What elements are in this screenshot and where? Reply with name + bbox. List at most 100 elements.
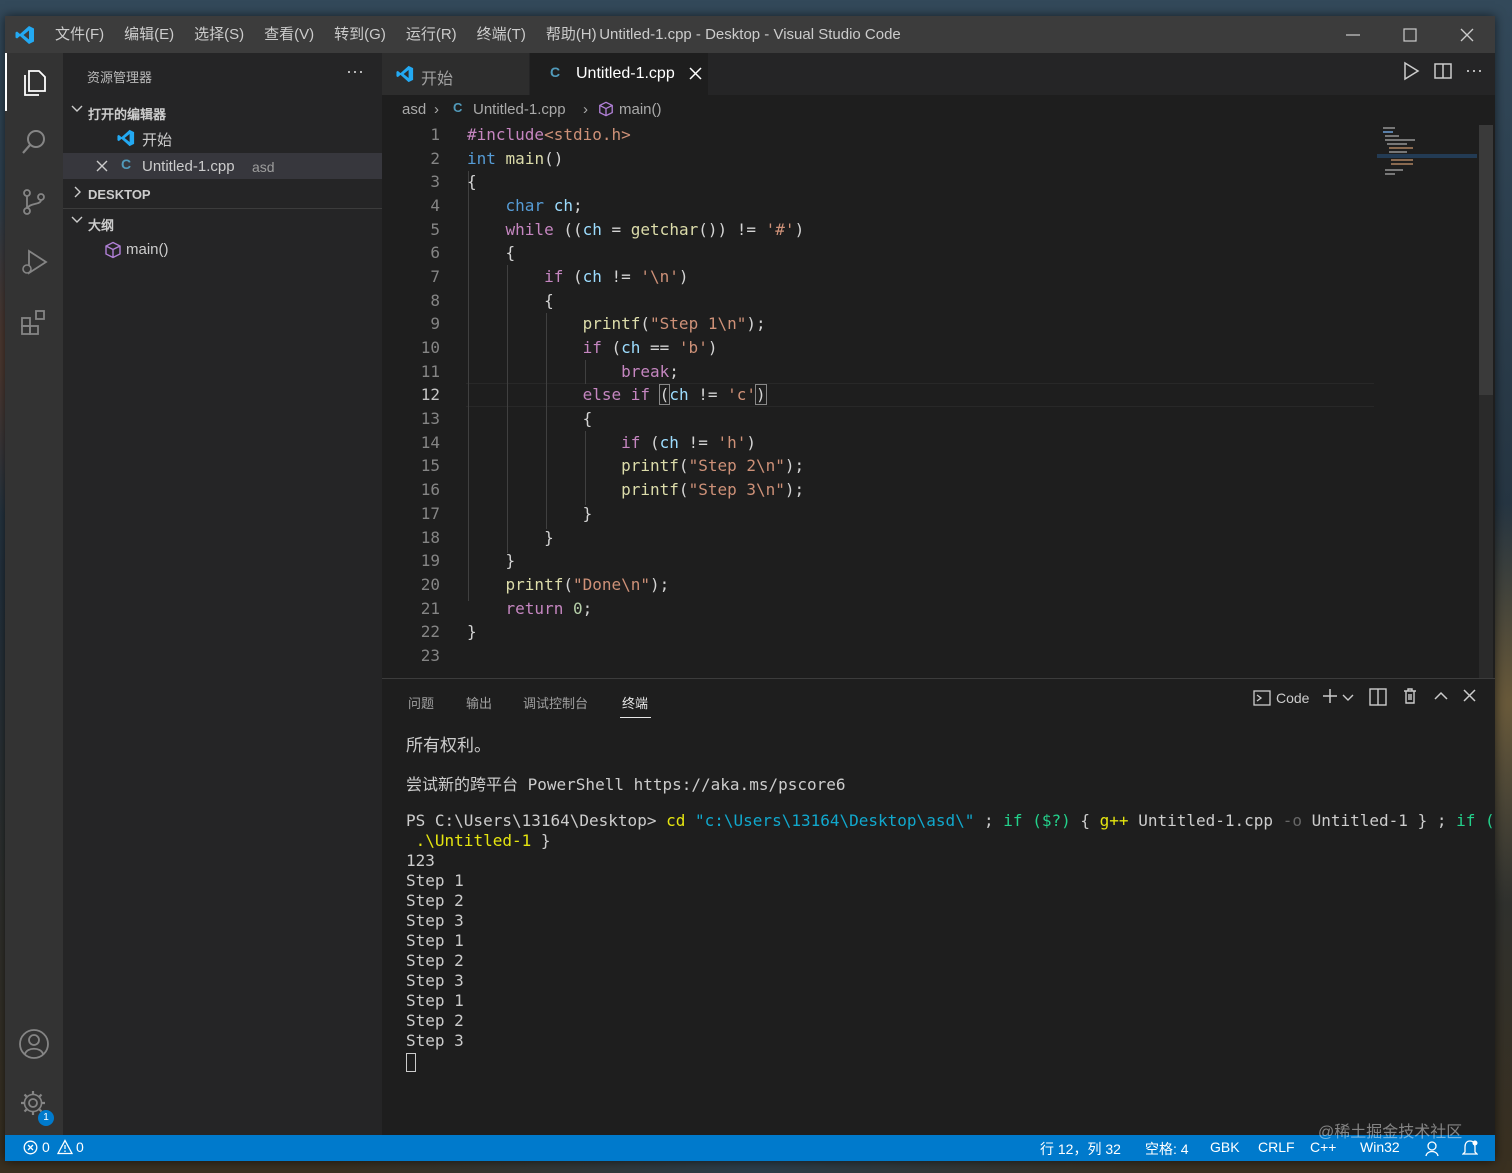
menu-run[interactable]: 运行(R): [396, 16, 467, 53]
split-terminal-icon[interactable]: [1369, 688, 1387, 711]
vscode-window: 文件(F) 编辑(E) 选择(S) 查看(V) 转到(G) 运行(R) 终端(T…: [5, 16, 1495, 1161]
new-terminal-icon[interactable]: [1322, 688, 1338, 709]
desktop-folder-section[interactable]: DESKTOP: [63, 181, 382, 207]
terminal-output-line: Step 1: [406, 931, 464, 950]
terminal-shell-select[interactable]: Code: [1276, 690, 1309, 706]
explorer-icon[interactable]: [5, 53, 63, 111]
line-number: 7: [430, 267, 440, 286]
bottom-panel: 问题 输出 调试控制台 终端 Code 所有权利。 尝试新的跨平台 PowerS…: [382, 678, 1495, 1136]
vscode-file-icon: [396, 65, 414, 88]
maximize-button[interactable]: [1381, 16, 1438, 53]
code-line: }: [467, 622, 477, 641]
extensions-icon[interactable]: [5, 293, 63, 351]
minimap[interactable]: [1377, 125, 1477, 678]
line-number: 2: [430, 149, 440, 168]
tab-terminal[interactable]: 终端: [622, 693, 648, 712]
encoding[interactable]: GBK: [1210, 1139, 1240, 1155]
chevron-down-icon[interactable]: [1342, 691, 1354, 709]
terminal-output-line: Step 3: [406, 971, 464, 990]
menu-edit[interactable]: 编辑(E): [114, 16, 184, 53]
line-number: 22: [420, 622, 440, 641]
cmd-o: -o: [1282, 811, 1302, 830]
notifications-bell-icon[interactable]: [1461, 1139, 1479, 1160]
search-icon[interactable]: [5, 113, 63, 171]
code-editor[interactable]: 1 2 3 4 5 6 7 8 9 10 11 12 13 14 15 16 17 18 19 20 21 22 23 #i…: [382, 125, 1482, 678]
chevron-down-icon: [71, 214, 83, 229]
cmd-sep: ;: [1436, 811, 1447, 830]
code-line: if (ch != 'h'): [621, 433, 756, 452]
cmd-sep: ;: [984, 811, 994, 830]
cursor-position[interactable]: 行 12，列 32: [1040, 1139, 1121, 1159]
outline-section[interactable]: 大纲: [63, 209, 382, 235]
tab-untitled-cpp[interactable]: C Untitled-1.cpp: [530, 53, 708, 95]
menu-view[interactable]: 查看(V): [254, 16, 324, 53]
close-window-button[interactable]: [1438, 16, 1495, 53]
source-control-icon[interactable]: [5, 173, 63, 231]
warning-count[interactable]: 0: [76, 1139, 84, 1155]
outline-label: 大纲: [88, 218, 115, 233]
warning-icon[interactable]: [56, 1139, 74, 1158]
sidebar-header: 资源管理器 ···: [63, 53, 382, 93]
terminal-output-line: Step 3: [406, 911, 464, 930]
menu-file[interactable]: 文件(F): [45, 16, 114, 53]
outline-item[interactable]: main(): [63, 237, 382, 263]
maximize-panel-icon[interactable]: [1434, 689, 1448, 708]
minimize-button[interactable]: [1324, 16, 1381, 53]
menu-help[interactable]: 帮助(H): [536, 16, 607, 53]
desktop-folder-label: DESKTOP: [88, 187, 151, 202]
error-icon[interactable]: [23, 1140, 38, 1158]
code-line: }: [467, 551, 516, 570]
title-bar: 文件(F) 编辑(E) 选择(S) 查看(V) 转到(G) 运行(R) 终端(T…: [5, 16, 1495, 53]
menu-terminal[interactable]: 终端(T): [467, 16, 536, 53]
cmd-out: Untitled-1: [1311, 811, 1408, 830]
line-number: 18: [420, 528, 440, 547]
chevron-right-icon: ›: [583, 101, 588, 118]
tab-output[interactable]: 输出: [466, 693, 492, 712]
breadcrumb-symbol[interactable]: main(): [619, 101, 662, 118]
close-icon[interactable]: [96, 159, 108, 176]
cpp-file-icon: C: [453, 100, 463, 115]
menu-go[interactable]: 转到(G): [324, 16, 396, 53]
code-line: {: [467, 243, 516, 262]
run-play-icon[interactable]: [1401, 61, 1421, 86]
open-editors-section[interactable]: 打开的编辑器: [63, 98, 382, 124]
terminal-line: 尝试新的跨平台 PowerShell https://aka.ms/pscore…: [406, 775, 846, 794]
tab-welcome[interactable]: 开始: [382, 53, 529, 95]
feedback-icon[interactable]: [1424, 1139, 1442, 1160]
terminal-cursor: [406, 1053, 416, 1072]
error-count[interactable]: 0: [42, 1139, 50, 1155]
tab-debug-console[interactable]: 调试控制台: [523, 693, 588, 712]
breadcrumb-folder[interactable]: asd: [402, 101, 426, 118]
open-editor-item[interactable]: C Untitled-1.cpp asd: [63, 153, 382, 179]
settings-gear-icon[interactable]: 1: [5, 1075, 63, 1133]
menu-selection[interactable]: 选择(S): [184, 16, 254, 53]
settings-badge: 1: [38, 1110, 54, 1126]
scrollbar-thumb[interactable]: [1479, 125, 1493, 395]
tab-problems[interactable]: 问题: [408, 693, 434, 712]
indentation[interactable]: 空格: 4: [1145, 1139, 1189, 1159]
run-debug-icon[interactable]: [5, 233, 63, 291]
more-actions-icon[interactable]: ···: [346, 61, 364, 82]
trash-icon[interactable]: [1401, 687, 1419, 710]
cmd-if: if: [1003, 811, 1023, 830]
breadcrumb: asd › C Untitled-1.cpp › main(): [382, 95, 1482, 125]
split-editor-icon[interactable]: [1433, 61, 1453, 86]
terminal-command-line: .\Untitled-1 }: [406, 831, 551, 850]
code-line: {: [467, 172, 477, 191]
line-number: 13: [420, 409, 440, 428]
cmd-cond: ($?): [1032, 811, 1071, 830]
breadcrumb-file[interactable]: Untitled-1.cpp: [473, 101, 566, 118]
close-panel-icon[interactable]: [1463, 689, 1476, 707]
close-tab-icon[interactable]: [689, 67, 702, 85]
line-number: 1: [430, 125, 440, 144]
open-editor-name: 开始: [142, 132, 173, 149]
line-number: 21: [420, 599, 440, 618]
accounts-icon[interactable]: [5, 1015, 63, 1073]
method-symbol-icon: [104, 241, 122, 263]
code-line: while ((ch = getchar()) != '#'): [505, 220, 805, 239]
code-line: int main(): [467, 149, 564, 168]
line-number: 12: [420, 385, 440, 404]
more-actions-icon[interactable]: ···: [1465, 61, 1483, 86]
open-editor-item[interactable]: 开始: [63, 125, 382, 151]
line-ending[interactable]: CRLF: [1258, 1139, 1295, 1155]
